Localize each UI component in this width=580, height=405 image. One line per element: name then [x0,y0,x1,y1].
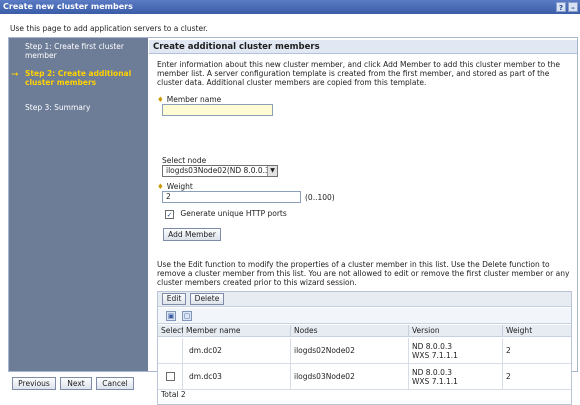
table-row-select-cell [158,338,183,364]
required-icon: ♦ [157,95,164,104]
generate-ports-label: Generate unique HTTP ports [180,209,287,218]
minimize-icon[interactable]: – [568,2,578,12]
main-content: Create additional cluster members Enter … [149,38,577,405]
chevron-down-icon[interactable]: ▼ [267,166,277,176]
header-weight: Weight [503,325,571,337]
table-row-version: ND 8.0.0.3 WXS 7.1.1.1 [409,338,503,364]
select-node-label: Select node [162,156,207,165]
weight-label: ♦ Weight [157,182,193,191]
select-node-dropdown[interactable]: ilogds03Node02(ND 8.0.0.3) ▼ [162,165,278,177]
window-titlebar: Create new cluster members [0,0,580,14]
help-icon[interactable]: ? [556,2,566,12]
list-description-text: Use the Edit function to modify the prop… [157,260,570,287]
next-button[interactable]: Next [60,377,92,390]
wizard-panel: Step 1: Create first cluster member ➞ St… [8,37,578,405]
intro-text: Use this page to add application servers… [10,24,208,33]
window-title: Create new cluster members [3,2,133,11]
weight-range: (0..100) [305,193,335,202]
wizard-footer: Previous Next Cancel [8,377,578,393]
current-step-arrow-icon: ➞ [11,70,19,80]
step-3[interactable]: Step 3: Summary [25,103,145,112]
add-member-button[interactable]: Add Member [163,228,221,241]
member-name-input[interactable] [162,104,273,116]
select-all-icon[interactable]: ▣ [166,311,176,321]
wizard-steps-sidebar: Step 1: Create first cluster member ➞ St… [9,38,148,371]
header-version: Version [409,325,503,337]
generate-ports-row: ✓ Generate unique HTTP ports [165,209,287,219]
table-toolbar: Edit Delete [158,292,571,307]
step-2-current: Step 2: Create additional cluster member… [25,69,132,87]
header-member-name: Member name [183,325,291,337]
required-icon: ♦ [157,182,164,191]
page-heading: Create additional cluster members [149,40,577,54]
step-1[interactable]: Step 1: Create first cluster member [25,42,145,60]
edit-button[interactable]: Edit [162,293,186,305]
weight-input[interactable]: 2 [162,191,301,203]
generate-ports-checkbox[interactable]: ✓ [165,209,174,219]
deselect-all-icon[interactable]: ▢ [182,311,192,321]
description-text: Enter information about this new cluster… [157,60,560,87]
cancel-button[interactable]: Cancel [96,377,134,390]
delete-button[interactable]: Delete [190,293,224,305]
table-row-member: dm.dc02 [183,338,291,364]
table-icon-bar: ▣ ▢ [158,308,571,324]
table-row-node: ilogds02Node02 [291,338,409,364]
header-nodes: Nodes [291,325,409,337]
header-select: Select [158,325,184,337]
member-name-label: ♦ Member name [157,95,222,104]
previous-button[interactable]: Previous [12,377,56,390]
table-row-weight: 2 [503,338,571,364]
